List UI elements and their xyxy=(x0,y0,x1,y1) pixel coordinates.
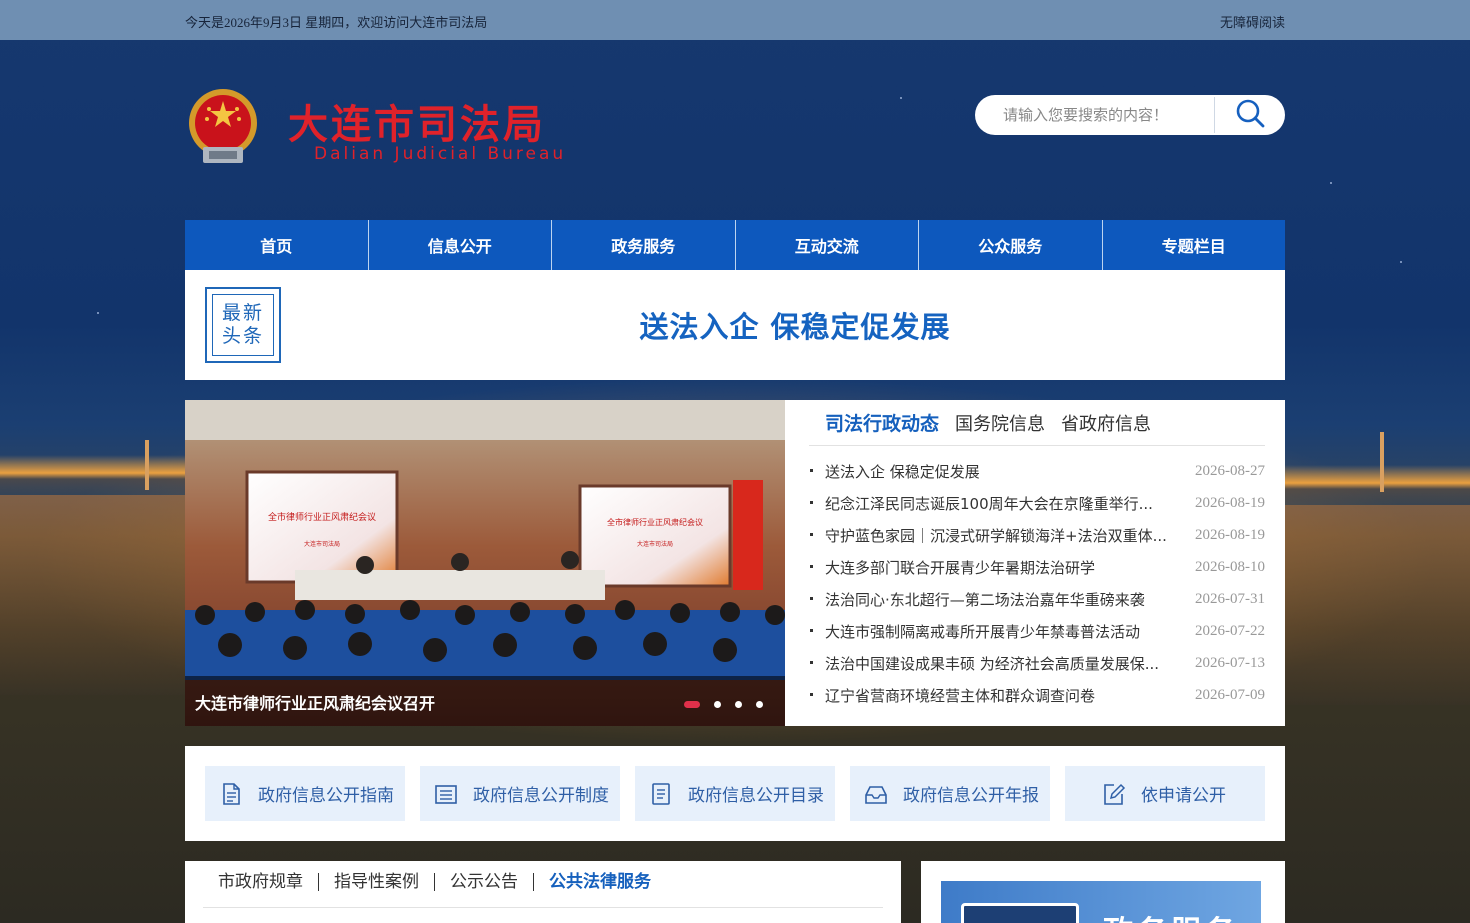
left-bridge-lights xyxy=(0,455,185,495)
edit-apply-icon xyxy=(1104,783,1126,805)
list-item: 守护蓝色家园｜沉浸式研学解锁海洋+法治双重体... 2026-08-19 xyxy=(809,519,1265,551)
news-title-link[interactable]: 守护蓝色家园｜沉浸式研学解锁海洋+法治双重体... xyxy=(809,525,1167,546)
badge-line-2: 头条 xyxy=(221,325,264,347)
accessibility-link[interactable]: 无障碍阅读 xyxy=(1220,12,1285,31)
info-link-label: 政府信息公开制度 xyxy=(473,786,609,806)
regulations-panel: 市政府规章 指导性案例 公示公告 公共法律服务 xyxy=(185,861,901,923)
slider-dot-1[interactable] xyxy=(684,701,700,708)
news-photo-slider[interactable]: 全市律师行业正风肃纪会议 大连市司法局 全市律师行业正风肃纪会议 大连市司法局 … xyxy=(185,400,785,726)
info-disclosure-catalog-button[interactable]: 政府信息公开目录 xyxy=(635,766,835,821)
monitor-illustration xyxy=(961,903,1079,923)
news-date: 2026-08-10 xyxy=(1195,558,1265,575)
right-bridge-tower xyxy=(1380,432,1384,492)
info-disclosure-system-button[interactable]: 政府信息公开制度 xyxy=(420,766,620,821)
national-emblem-logo xyxy=(185,87,261,167)
info-link-label: 依申请公开 xyxy=(1141,786,1226,806)
news-date: 2026-08-19 xyxy=(1195,494,1265,511)
tab-state-council-info[interactable]: 国务院信息 xyxy=(955,410,1045,436)
right-bridge-lights xyxy=(1285,465,1470,505)
nav-item-special-topics[interactable]: 专题栏目 xyxy=(1103,220,1286,270)
info-link-label: 政府信息公开指南 xyxy=(258,786,394,806)
news-title-link[interactable]: 纪念江泽民同志诞辰100周年大会在京隆重举行... xyxy=(809,493,1153,514)
news-list: 送法入企 保稳定促发展 2026-08-27 纪念江泽民同志诞辰100周年大会在京… xyxy=(809,455,1265,711)
slider-pagination xyxy=(684,701,763,708)
news-date: 2026-07-13 xyxy=(1195,654,1265,671)
list-item: 纪念江泽民同志诞辰100周年大会在京隆重举行... 2026-08-19 xyxy=(809,487,1265,519)
info-link-label: 政府信息公开目录 xyxy=(688,786,824,806)
news-title-link[interactable]: 法治中国建设成果丰硕 为经济社会高质量发展保... xyxy=(809,653,1159,674)
list-item: 法治同心·东北超行—第二场法治嘉年华重磅来袭 2026-07-31 xyxy=(809,583,1265,615)
news-date: 2026-08-19 xyxy=(1195,526,1265,543)
left-bridge-tower xyxy=(145,440,149,490)
gov-service-banner[interactable]: 政务服务 xyxy=(941,881,1261,923)
right-screen-banner-text: 全市律师行业正风肃纪会议 xyxy=(607,517,703,527)
slider-dot-3[interactable] xyxy=(735,701,742,708)
gov-service-panel: 政务服务 xyxy=(921,861,1285,923)
search-button[interactable] xyxy=(1215,95,1285,135)
tab-provincial-govt-info[interactable]: 省政府信息 xyxy=(1061,410,1151,436)
tab-public-notices[interactable]: 公示公告 xyxy=(435,873,534,891)
news-tabs: 司法行政动态 国务院信息 省政府信息 xyxy=(809,400,1265,446)
report-tray-icon xyxy=(865,785,887,804)
news-title-link[interactable]: 大连市强制隔离戒毒所开展青少年禁毒普法活动 xyxy=(809,621,1140,642)
left-water-reflection xyxy=(0,495,185,695)
news-panel: 司法行政动态 国务院信息 省政府信息 送法入企 保稳定促发展 2026-08-27… xyxy=(785,400,1285,726)
search-icon xyxy=(1235,98,1265,132)
list-item: 法治中国建设成果丰硕 为经济社会高质量发展保... 2026-07-13 xyxy=(809,647,1265,679)
slider-dot-4[interactable] xyxy=(756,701,763,708)
list-doc-icon xyxy=(435,784,457,804)
site-subtitle: Dalian Judicial Bureau xyxy=(314,144,567,164)
news-title-link[interactable]: 法治同心·东北超行—第二场法治嘉年华重磅来袭 xyxy=(809,589,1145,610)
slider-dot-2[interactable] xyxy=(714,701,721,708)
gov-service-banner-text: 政务服务 xyxy=(1103,907,1239,923)
search-input[interactable] xyxy=(1003,104,1203,126)
nav-item-government-services[interactable]: 政务服务 xyxy=(552,220,736,270)
tab-guiding-cases[interactable]: 指导性案例 xyxy=(319,873,435,891)
tabs-underline xyxy=(203,907,883,908)
headline-link[interactable]: 送法入企 保稳定促发展 xyxy=(305,304,1285,346)
news-date: 2026-07-09 xyxy=(1195,686,1265,703)
news-title-link[interactable]: 大连多部门联合开展青少年暑期法治研学 xyxy=(809,557,1095,578)
tab-municipal-rules[interactable]: 市政府规章 xyxy=(203,873,319,891)
news-date: 2026-07-31 xyxy=(1195,590,1265,607)
news-title-link[interactable]: 辽宁省营商环境经营主体和群众调查问卷 xyxy=(809,685,1095,706)
tab-judicial-news[interactable]: 司法行政动态 xyxy=(825,409,939,436)
latest-headline-badge: 最新 头条 xyxy=(205,287,281,363)
search-box xyxy=(975,95,1285,135)
list-item: 大连市强制隔离戒毒所开展青少年禁毒普法活动 2026-07-22 xyxy=(809,615,1265,647)
site-title: 大连市司法局 xyxy=(288,102,546,148)
regulations-tabs: 市政府规章 指导性案例 公示公告 公共法律服务 xyxy=(203,873,666,891)
catalog-doc-icon xyxy=(652,782,670,805)
right-screen-banner-sub: 大连市司法局 xyxy=(637,540,673,548)
info-disclosure-annual-report-button[interactable]: 政府信息公开年报 xyxy=(850,766,1050,821)
left-screen-banner-text: 全市律师行业正风肃纪会议 xyxy=(268,511,376,523)
nav-item-public-services[interactable]: 公众服务 xyxy=(919,220,1103,270)
news-date: 2026-08-27 xyxy=(1195,462,1265,479)
slider-caption[interactable]: 大连市律师行业正风肃纪会议召开 xyxy=(195,690,435,714)
date-welcome-text: 今天是2026年9月3日 星期四，欢迎访问大连市司法局 xyxy=(185,15,488,30)
info-link-label: 政府信息公开年报 xyxy=(903,786,1039,806)
list-item: 辽宁省营商环境经营主体和群众调查问卷 2026-07-09 xyxy=(809,679,1265,711)
tab-public-legal-services[interactable]: 公共法律服务 xyxy=(534,873,666,891)
nav-item-home[interactable]: 首页 xyxy=(185,220,369,270)
info-disclosure-guide-button[interactable]: 政府信息公开指南 xyxy=(205,766,405,821)
nav-item-interaction[interactable]: 互动交流 xyxy=(736,220,919,270)
apply-for-disclosure-button[interactable]: 依申请公开 xyxy=(1065,766,1265,821)
guide-doc-icon xyxy=(223,782,240,805)
right-water-reflection xyxy=(1285,505,1470,705)
list-item: 送法入企 保稳定促发展 2026-08-27 xyxy=(809,455,1265,487)
badge-line-1: 最新 xyxy=(221,302,264,324)
left-screen-banner-sub: 大连市司法局 xyxy=(304,540,340,548)
info-disclosure-shortcuts: 政府信息公开指南 政府信息公开制度 政府信息公开目录 政府信息公开年报 依申请公… xyxy=(185,746,1285,841)
list-item: 大连多部门联合开展青少年暑期法治研学 2026-08-10 xyxy=(809,551,1265,583)
news-title-link[interactable]: 送法入企 保稳定促发展 xyxy=(809,461,980,482)
headline-banner: 最新 头条 送法入企 保稳定促发展 xyxy=(185,270,1285,380)
news-date: 2026-07-22 xyxy=(1195,622,1265,639)
top-bar: 今天是2026年9月3日 星期四，欢迎访问大连市司法局 无障碍阅读 xyxy=(0,0,1470,40)
nav-item-info-disclosure[interactable]: 信息公开 xyxy=(369,220,552,270)
main-navigation: 首页 信息公开 政务服务 互动交流 公众服务 专题栏目 xyxy=(185,220,1285,270)
